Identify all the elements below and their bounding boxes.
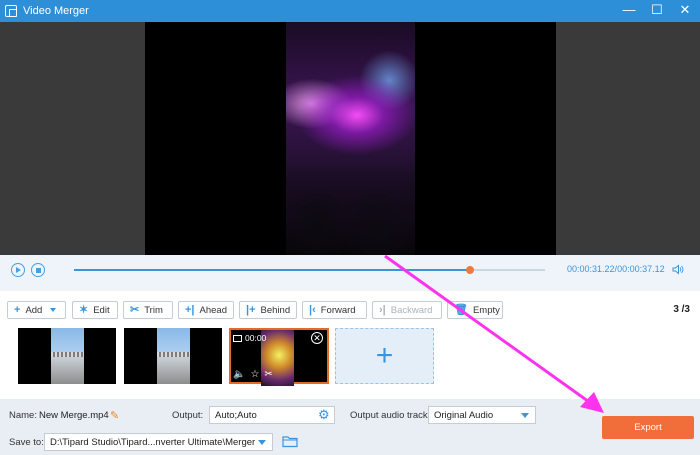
timecode: 00:00:31.22/00:00:37.12 [567, 264, 665, 274]
play-button[interactable] [11, 263, 25, 277]
name-label: Name: [9, 410, 37, 421]
empty-button[interactable]: 🗑 Empty [447, 301, 503, 319]
window-title: Video Merger [23, 5, 89, 17]
pencil-icon[interactable]: ✎ [110, 409, 119, 422]
clip-thumbnail-3[interactable]: 00:00 ✕ 🔈 ☆ ✂ [229, 328, 329, 386]
plus-icon: + [375, 339, 394, 372]
progress-handle[interactable] [465, 266, 474, 274]
video-preview [0, 22, 700, 255]
trash-icon: 🗑 [454, 303, 468, 316]
clip-duration-text: 00:00 [245, 333, 267, 343]
title-bar: Video Merger — ☐ ✕ [0, 0, 700, 22]
current-time: 00:00:31.22 [567, 264, 615, 274]
effects-icon[interactable]: ☆ [250, 369, 259, 380]
clip-thumbnail-1[interactable] [18, 328, 116, 384]
behind-label: Behind [260, 304, 291, 316]
forward-button[interactable]: |‹ Forward [302, 301, 367, 319]
edit-label: Edit [93, 304, 110, 316]
volume-icon[interactable] [672, 264, 684, 275]
backward-label: Backward [390, 304, 433, 316]
app-logo-icon [5, 5, 17, 17]
play-icon [16, 267, 21, 273]
output-label: Output: [172, 410, 204, 421]
empty-label: Empty [472, 304, 500, 316]
volume-icon[interactable]: 🔈 [233, 369, 245, 380]
remove-clip-icon[interactable]: ✕ [311, 332, 323, 344]
film-icon [233, 334, 242, 342]
output-format-value: Auto;Auto [215, 409, 257, 421]
forward-arrow-icon: |‹ [309, 303, 316, 316]
total-time: 00:00:37.12 [617, 264, 665, 274]
trim-label: Trim [144, 304, 163, 316]
clip-thumbnail-image [51, 328, 84, 384]
plus-icon: + [14, 303, 21, 316]
backward-arrow-icon: ›| [379, 303, 386, 316]
save-to-label: Save to: [9, 437, 44, 448]
audio-track-label: Output audio track: [350, 410, 431, 421]
file-name: New Merge.mp4 [39, 410, 109, 421]
gear-icon[interactable]: ⚙ [318, 408, 330, 421]
add-label: Add [25, 304, 43, 316]
ahead-label: Ahead [199, 304, 227, 316]
save-path-select[interactable]: D:\Tipard Studio\Tipard...nverter Ultima… [44, 433, 273, 451]
ahead-button[interactable]: +| Ahead [178, 301, 234, 319]
audio-track-select[interactable]: Original Audio [428, 406, 536, 424]
output-format-field[interactable]: Auto;Auto ⚙ [209, 406, 335, 424]
clip-thumbnail-2[interactable] [124, 328, 222, 384]
chevron-down-icon[interactable] [50, 308, 57, 312]
progress-track[interactable] [74, 269, 545, 271]
save-path-value: D:\Tipard Studio\Tipard...nverter Ultima… [50, 436, 256, 448]
close-button[interactable]: ✕ [678, 2, 692, 18]
add-button[interactable]: + Add [7, 301, 66, 319]
maximize-button[interactable]: ☐ [650, 2, 664, 18]
scissors-icon: ✂ [130, 303, 140, 316]
behind-button[interactable]: |+ Behind [239, 301, 297, 319]
clip-counter: 3 /3 [673, 304, 690, 315]
video-frame-crowd [286, 160, 415, 255]
chevron-down-icon [521, 413, 529, 418]
scissors-icon[interactable]: ✂ [264, 369, 272, 380]
magic-wand-icon: ✶ [79, 303, 89, 316]
move-ahead-icon: +| [185, 303, 195, 316]
progress-fill [74, 269, 470, 271]
folder-icon[interactable] [282, 434, 298, 448]
add-clip-button[interactable]: + [335, 328, 434, 384]
chevron-down-icon [258, 440, 266, 445]
video-frame [286, 22, 415, 255]
minimize-button[interactable]: — [622, 2, 636, 18]
export-button[interactable]: Export [602, 416, 694, 439]
stop-button[interactable] [31, 263, 45, 277]
audio-track-value: Original Audio [434, 409, 494, 421]
stop-icon [35, 267, 41, 273]
move-behind-icon: |+ [246, 303, 256, 316]
backward-button[interactable]: ›| Backward [372, 301, 442, 319]
trim-button[interactable]: ✂ Trim [123, 301, 173, 319]
forward-label: Forward [320, 304, 356, 316]
clip-duration: 00:00 [233, 333, 266, 343]
clip-thumbnail-image [157, 328, 190, 384]
edit-button[interactable]: ✶ Edit [72, 301, 118, 319]
